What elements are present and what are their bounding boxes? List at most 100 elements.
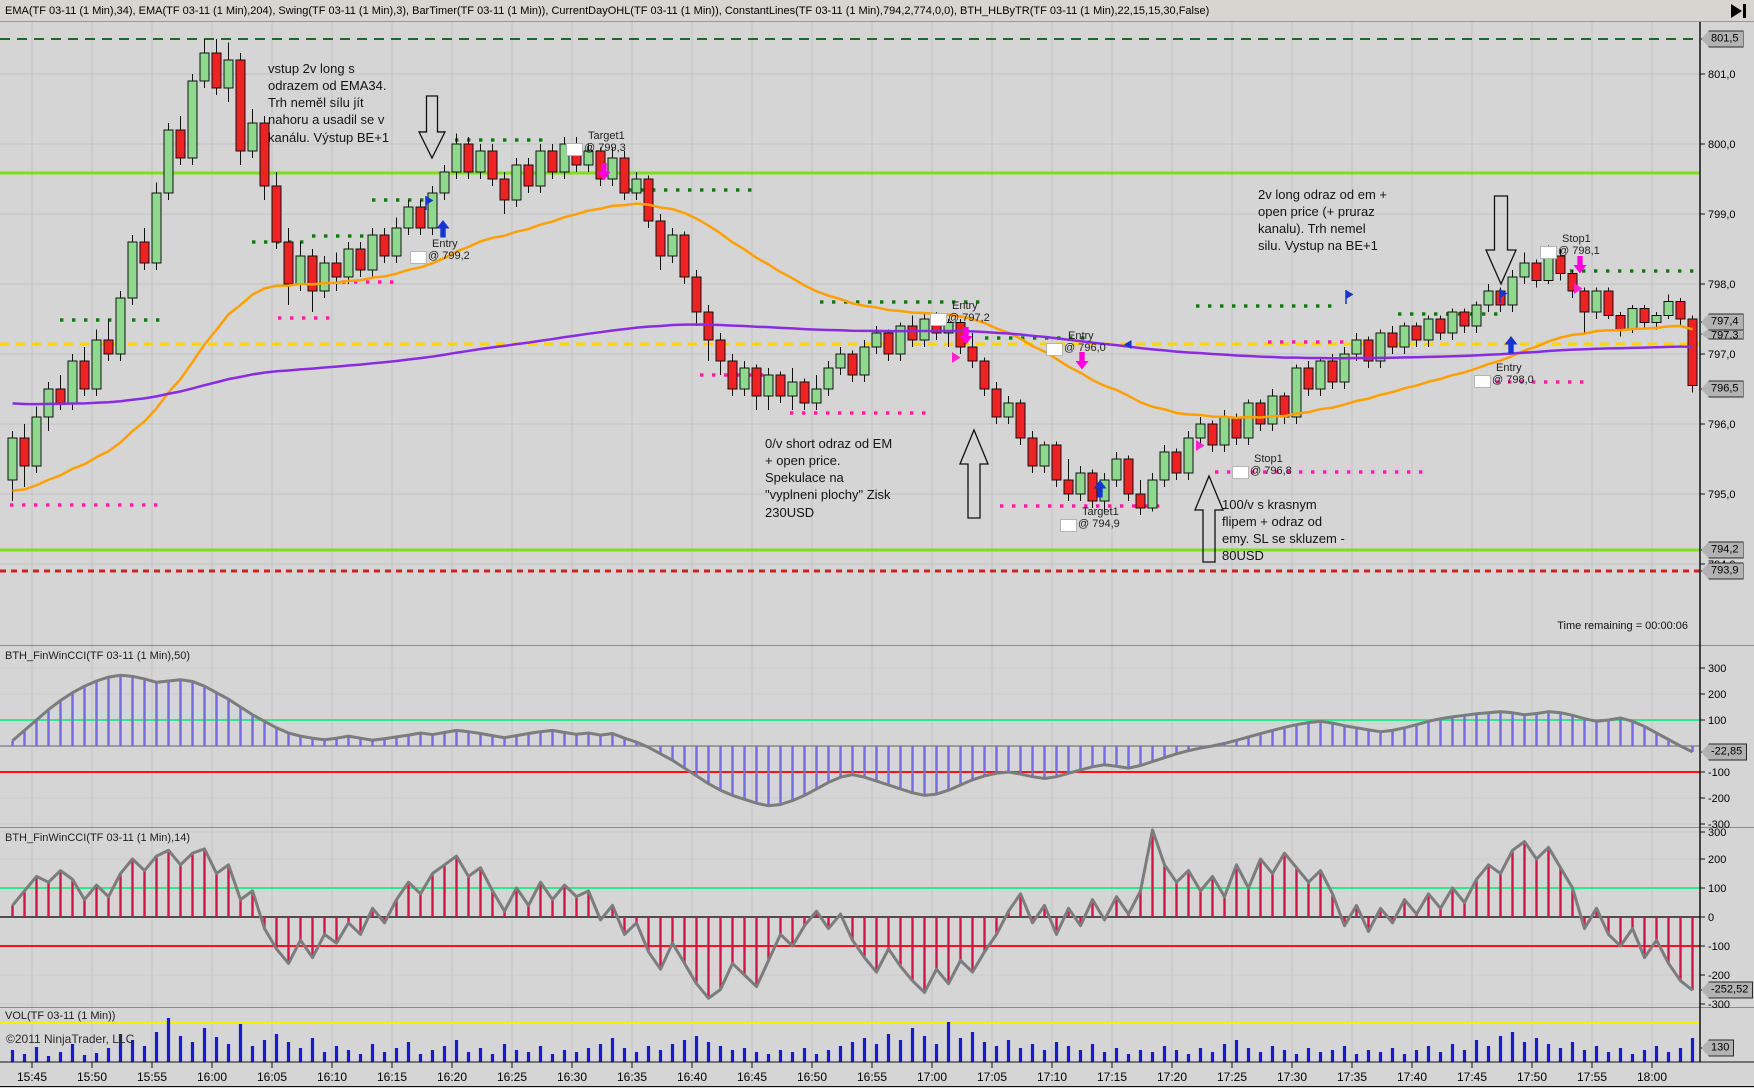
hollow-down-annotation-arrow [1485, 195, 1517, 286]
magenta-down-arrow-marker [1075, 352, 1089, 370]
candle [1327, 360, 1338, 383]
candle [1135, 493, 1146, 509]
candle [1435, 318, 1446, 334]
candle [451, 143, 462, 173]
candle [667, 234, 678, 257]
candle [1075, 472, 1086, 495]
time-tick-label: 16:55 [857, 1070, 887, 1084]
candle [1159, 451, 1170, 481]
candle [1243, 402, 1254, 439]
candle [343, 248, 354, 278]
candle [547, 150, 558, 173]
time-tick-label: 17:35 [1337, 1070, 1367, 1084]
candle [139, 241, 150, 264]
time-tick-label: 16:50 [797, 1070, 827, 1084]
candle [367, 234, 378, 271]
trade-label-stop1: Stop1 @ 798,1 [1540, 233, 1600, 259]
time-tick-label: 17:40 [1397, 1070, 1427, 1084]
candle [1603, 290, 1614, 316]
gridlines [0, 22, 1700, 1062]
time-tick-label: 16:00 [197, 1070, 227, 1084]
time-tick-label: 16:35 [617, 1070, 647, 1084]
candle [607, 157, 618, 180]
time-tick-label: 18:00 [1637, 1070, 1667, 1084]
cci50-panel [11, 673, 1694, 808]
time-tick-label: 16:40 [677, 1070, 707, 1084]
trade-label-entry: Entry @ 798,0 [1474, 362, 1534, 388]
candle [1039, 444, 1050, 467]
candle [175, 129, 186, 159]
time-tick-label: 17:15 [1097, 1070, 1127, 1084]
time-tick-label: 17:00 [917, 1070, 947, 1084]
time-tick-label: 17:05 [977, 1070, 1007, 1084]
candle [223, 59, 234, 89]
candle [883, 332, 894, 355]
candle [643, 178, 654, 222]
candle [1279, 395, 1290, 418]
candle [1183, 437, 1194, 474]
candle [1471, 304, 1482, 327]
candle [727, 360, 738, 390]
candle [1519, 262, 1530, 278]
candle [1423, 318, 1434, 341]
candle [1123, 458, 1134, 495]
candle [1399, 325, 1410, 348]
candle [1507, 276, 1518, 306]
annotation-short-open-price: 0/v short odraz od EM + open price. Spek… [765, 436, 893, 520]
candle [1003, 402, 1014, 418]
time-tick-label: 17:30 [1277, 1070, 1307, 1084]
candle [31, 416, 42, 467]
axis-tick-label: 800,0 [1708, 139, 1736, 151]
cci50-value-tag: -22,85 [1701, 743, 1748, 761]
order-box-icon [1060, 519, 1077, 532]
candle [379, 234, 390, 257]
candle [1387, 332, 1398, 348]
order-box-icon [1232, 466, 1249, 479]
candle [1267, 395, 1278, 425]
cci14-panel-label: BTH_FinWinCCI(TF 03-11 (1 Min),14) [5, 832, 190, 844]
trade-label-stop1: Stop1 @ 796,8 [1232, 453, 1292, 479]
candle [1303, 367, 1314, 390]
candle [247, 122, 258, 152]
order-box-icon [566, 143, 583, 156]
candle [1459, 311, 1470, 327]
order-box-icon [930, 313, 947, 326]
candle [331, 262, 342, 278]
candle [1483, 290, 1494, 306]
annotation-100v-flip: 100/v s krasnym flipem + odraz od emy. S… [1222, 497, 1345, 564]
candle [1663, 301, 1674, 316]
bar-timer-text: Time remaining = 00:00:06 [1557, 620, 1688, 632]
price-tag: 796,5 [1701, 380, 1744, 398]
axis-tick-label: 200 [1708, 854, 1726, 866]
candle [391, 227, 402, 257]
chart-canvas[interactable]: 801,0800,0799,0798,0797,0796,0795,0794,0… [0, 22, 1754, 1088]
candle [463, 143, 474, 173]
candle [907, 325, 918, 341]
candle [919, 318, 930, 341]
candle [487, 150, 498, 180]
time-tick-label: 15:55 [137, 1070, 167, 1084]
axis-tick-label: -200 [1708, 970, 1730, 982]
candle [979, 360, 990, 390]
candle [871, 332, 882, 348]
indicator-list-text: EMA(TF 03-11 (1 Min),34), EMA(TF 03-11 (… [5, 4, 1210, 17]
candle [739, 367, 750, 390]
candle [127, 241, 138, 299]
axis-tick-label: 799,0 [1708, 209, 1736, 221]
trade-markers [417, 95, 1587, 563]
candle [103, 339, 114, 355]
time-tick-label: 17:55 [1577, 1070, 1607, 1084]
play-icon [1731, 3, 1742, 18]
axis-tick-label: 100 [1708, 883, 1726, 895]
candle [19, 437, 30, 467]
candle [1627, 308, 1638, 330]
candle [847, 353, 858, 376]
candle [1255, 402, 1266, 425]
trade-label-entry: Entry @ 799,2 [410, 238, 470, 264]
candle [1411, 325, 1422, 341]
time-tick-label: 16:20 [437, 1070, 467, 1084]
play-forward-button[interactable] [1731, 3, 1746, 18]
time-tick-label: 17:50 [1517, 1070, 1547, 1084]
time-tick-label: 16:10 [317, 1070, 347, 1084]
candle [1207, 423, 1218, 446]
